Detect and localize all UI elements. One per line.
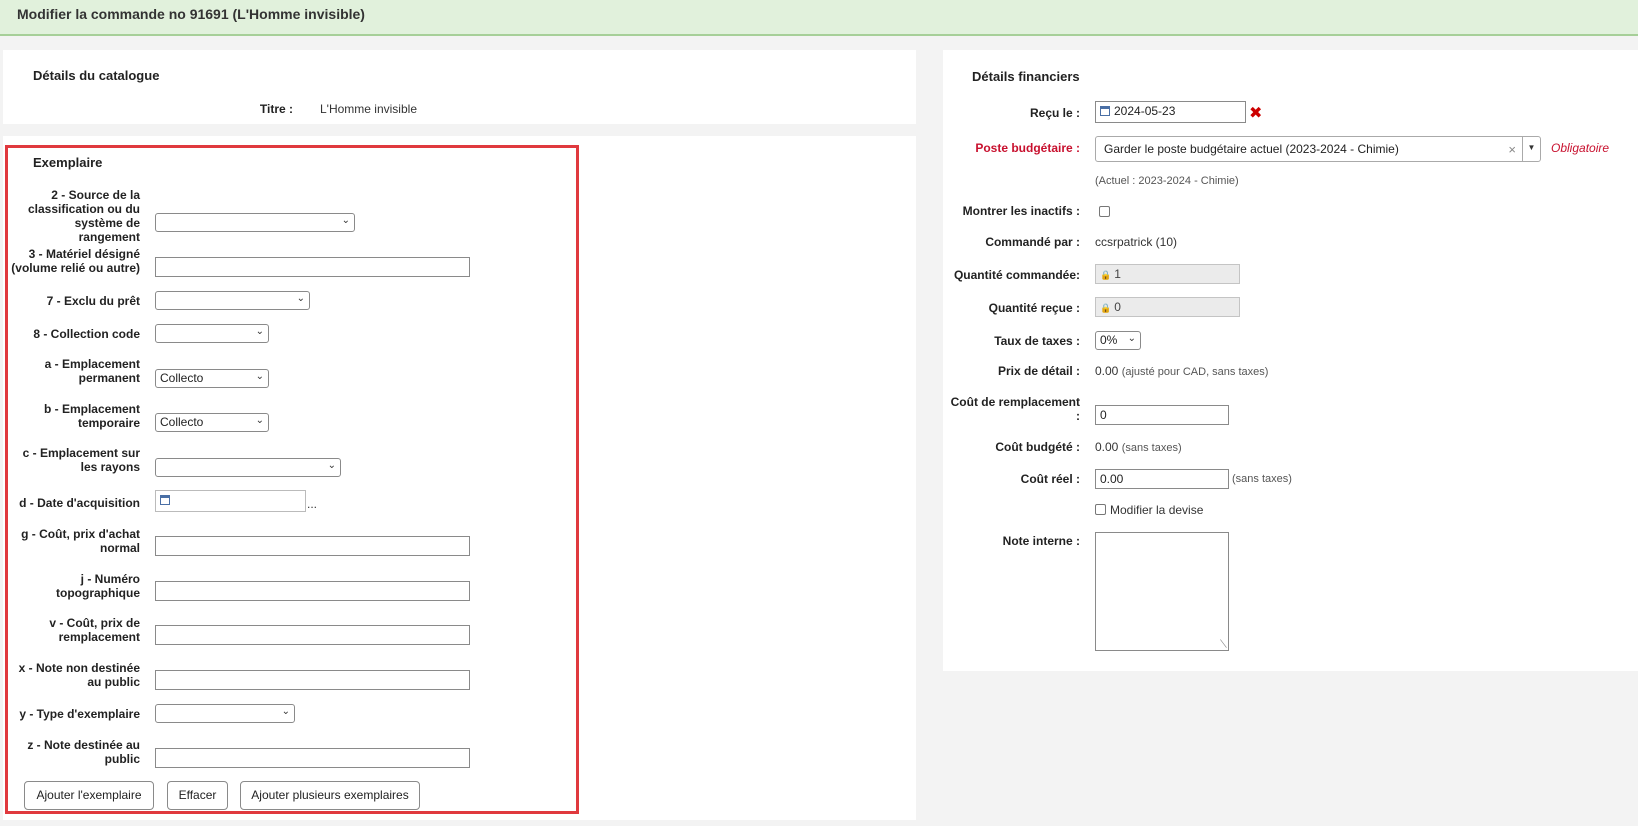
qty-ordered-label: Quantité commandée: bbox=[953, 268, 1080, 282]
chevron-down-icon: ⌄ bbox=[255, 371, 264, 382]
field-j-input[interactable] bbox=[155, 581, 470, 601]
actual-cost-note: (sans taxes) bbox=[1232, 473, 1292, 485]
field-z-label: z - Note destinée au public bbox=[27, 738, 140, 766]
field-3-input[interactable] bbox=[155, 257, 470, 277]
clear-button[interactable]: Effacer bbox=[167, 781, 228, 810]
field-c-select[interactable]: ⌄ bbox=[155, 458, 341, 477]
financial-details-heading: Détails financiers bbox=[972, 69, 1080, 84]
chevron-down-icon: ⌄ bbox=[1127, 333, 1136, 344]
replacement-cost-input[interactable]: 0 bbox=[1095, 405, 1229, 425]
field-8-select[interactable]: ⌄ bbox=[155, 324, 269, 343]
field-b-select[interactable]: Collecto ⌄ bbox=[155, 413, 269, 432]
page-header: Modifier la commande no 91691 (L'Homme i… bbox=[0, 0, 1638, 36]
show-inactive-label: Montrer les inactifs : bbox=[962, 204, 1080, 218]
ordered-by-label: Commandé par : bbox=[985, 235, 1080, 249]
change-currency-label[interactable]: Modifier la devise bbox=[1110, 503, 1203, 517]
catalog-details-panel: Détails du catalogue Titre : L'Homme inv… bbox=[3, 50, 916, 124]
qty-received-input: 🔒 0 bbox=[1095, 297, 1240, 317]
current-budget-note: (Actuel : 2023-2024 - Chimie) bbox=[1095, 175, 1239, 187]
field-z-input[interactable] bbox=[155, 748, 470, 768]
field-v-input[interactable] bbox=[155, 625, 470, 645]
field-x-label: x - Note non destinée au public bbox=[18, 661, 140, 689]
field-8-label: 8 - Collection code bbox=[33, 327, 140, 341]
chevron-down-icon: ⌄ bbox=[296, 293, 305, 304]
change-currency-checkbox[interactable] bbox=[1095, 504, 1106, 515]
field-7-select[interactable]: ⌄ bbox=[155, 291, 310, 310]
retail-price-value: 0.00 (ajusté pour CAD, sans taxes) bbox=[1095, 364, 1268, 378]
tax-rate-label: Taux de taxes : bbox=[994, 334, 1080, 348]
field-2-label: 2 - Source de la classification ou du sy… bbox=[27, 188, 140, 244]
date-picker-ellipsis[interactable]: ... bbox=[307, 497, 317, 511]
actual-cost-input[interactable]: 0.00 bbox=[1095, 469, 1229, 489]
chevron-down-icon: ⌄ bbox=[327, 460, 336, 471]
clear-selection-icon[interactable]: × bbox=[1508, 142, 1516, 157]
title-label: Titre : bbox=[259, 102, 293, 116]
budgeted-cost-amount: 0.00 bbox=[1095, 440, 1119, 454]
tax-rate-select[interactable]: 0% ⌄ bbox=[1095, 331, 1141, 350]
clear-date-icon[interactable]: ✖ bbox=[1249, 103, 1262, 123]
actual-cost-label: Coût réel : bbox=[1020, 472, 1080, 486]
add-multiple-items-button[interactable]: Ajouter plusieurs exemplaires bbox=[240, 781, 420, 810]
field-y-label: y - Type d'exemplaire bbox=[19, 707, 140, 721]
field-v-label: v - Coût, prix de remplacement bbox=[49, 616, 140, 644]
received-label: Reçu le : bbox=[1029, 106, 1080, 120]
catalog-details-heading: Détails du catalogue bbox=[33, 68, 160, 83]
internal-note-textarea[interactable]: ⃥ bbox=[1095, 532, 1229, 651]
required-indicator: Obligatoire bbox=[1551, 141, 1610, 155]
page-title: Modifier la commande no 91691 (L'Homme i… bbox=[17, 6, 365, 22]
field-2-select[interactable]: ⌄ bbox=[155, 213, 355, 232]
budget-select[interactable]: Garder le poste budgétaire actuel (2023-… bbox=[1095, 136, 1541, 162]
dropdown-arrow-icon[interactable]: ▼ bbox=[1522, 137, 1540, 161]
lock-icon: 🔒 bbox=[1100, 270, 1112, 280]
budget-label: Poste budgétaire : bbox=[975, 141, 1080, 155]
field-g-label: g - Coût, prix d'achat normal bbox=[21, 527, 140, 555]
retail-price-note: (ajusté pour CAD, sans taxes) bbox=[1121, 366, 1269, 378]
received-date-input[interactable]: 2024-05-23 bbox=[1095, 101, 1246, 123]
lock-icon: 🔒 bbox=[1100, 303, 1112, 313]
budgeted-cost-note: (sans taxes) bbox=[1121, 442, 1182, 454]
budgeted-cost-value: 0.00 (sans taxes) bbox=[1095, 440, 1182, 454]
chevron-down-icon: ⌄ bbox=[281, 706, 290, 717]
field-c-label: c - Emplacement sur les rayons bbox=[22, 446, 140, 474]
ordered-by-value: ccsrpatrick (10) bbox=[1095, 235, 1178, 249]
qty-ordered-input: 🔒 1 bbox=[1095, 264, 1240, 284]
field-a-label: a - Emplacement permanent bbox=[44, 357, 140, 385]
field-3-label: 3 - Matériel désigné (volume relié ou au… bbox=[11, 247, 140, 275]
retail-price-amount: 0.00 bbox=[1095, 364, 1119, 378]
replacement-cost-label: Coût de remplacement : bbox=[950, 395, 1080, 423]
field-d-date-input[interactable] bbox=[155, 490, 306, 512]
field-a-select[interactable]: Collecto ⌄ bbox=[155, 369, 269, 388]
title-value: L'Homme invisible bbox=[320, 102, 417, 116]
field-d-label: d - Date d'acquisition bbox=[19, 496, 140, 510]
calendar-icon bbox=[1100, 106, 1110, 116]
chevron-down-icon: ⌄ bbox=[255, 326, 264, 337]
field-b-label: b - Emplacement temporaire bbox=[43, 402, 140, 430]
field-j-label: j - Numéro topographique bbox=[56, 572, 140, 600]
show-inactive-checkbox[interactable] bbox=[1099, 206, 1110, 217]
item-heading: Exemplaire bbox=[33, 155, 103, 170]
field-y-select[interactable]: ⌄ bbox=[155, 704, 295, 723]
chevron-down-icon: ⌄ bbox=[341, 215, 350, 226]
calendar-icon bbox=[160, 495, 170, 505]
qty-received-label: Quantité reçue : bbox=[988, 301, 1080, 315]
field-g-input[interactable] bbox=[155, 536, 470, 556]
add-item-button[interactable]: Ajouter l'exemplaire bbox=[24, 781, 154, 810]
chevron-down-icon: ⌄ bbox=[255, 415, 264, 426]
budgeted-cost-label: Coût budgété : bbox=[995, 440, 1080, 454]
internal-note-label: Note interne : bbox=[1002, 534, 1080, 548]
retail-price-label: Prix de détail : bbox=[997, 364, 1080, 378]
field-7-label: 7 - Exclu du prêt bbox=[46, 294, 140, 308]
field-x-input[interactable] bbox=[155, 670, 470, 690]
